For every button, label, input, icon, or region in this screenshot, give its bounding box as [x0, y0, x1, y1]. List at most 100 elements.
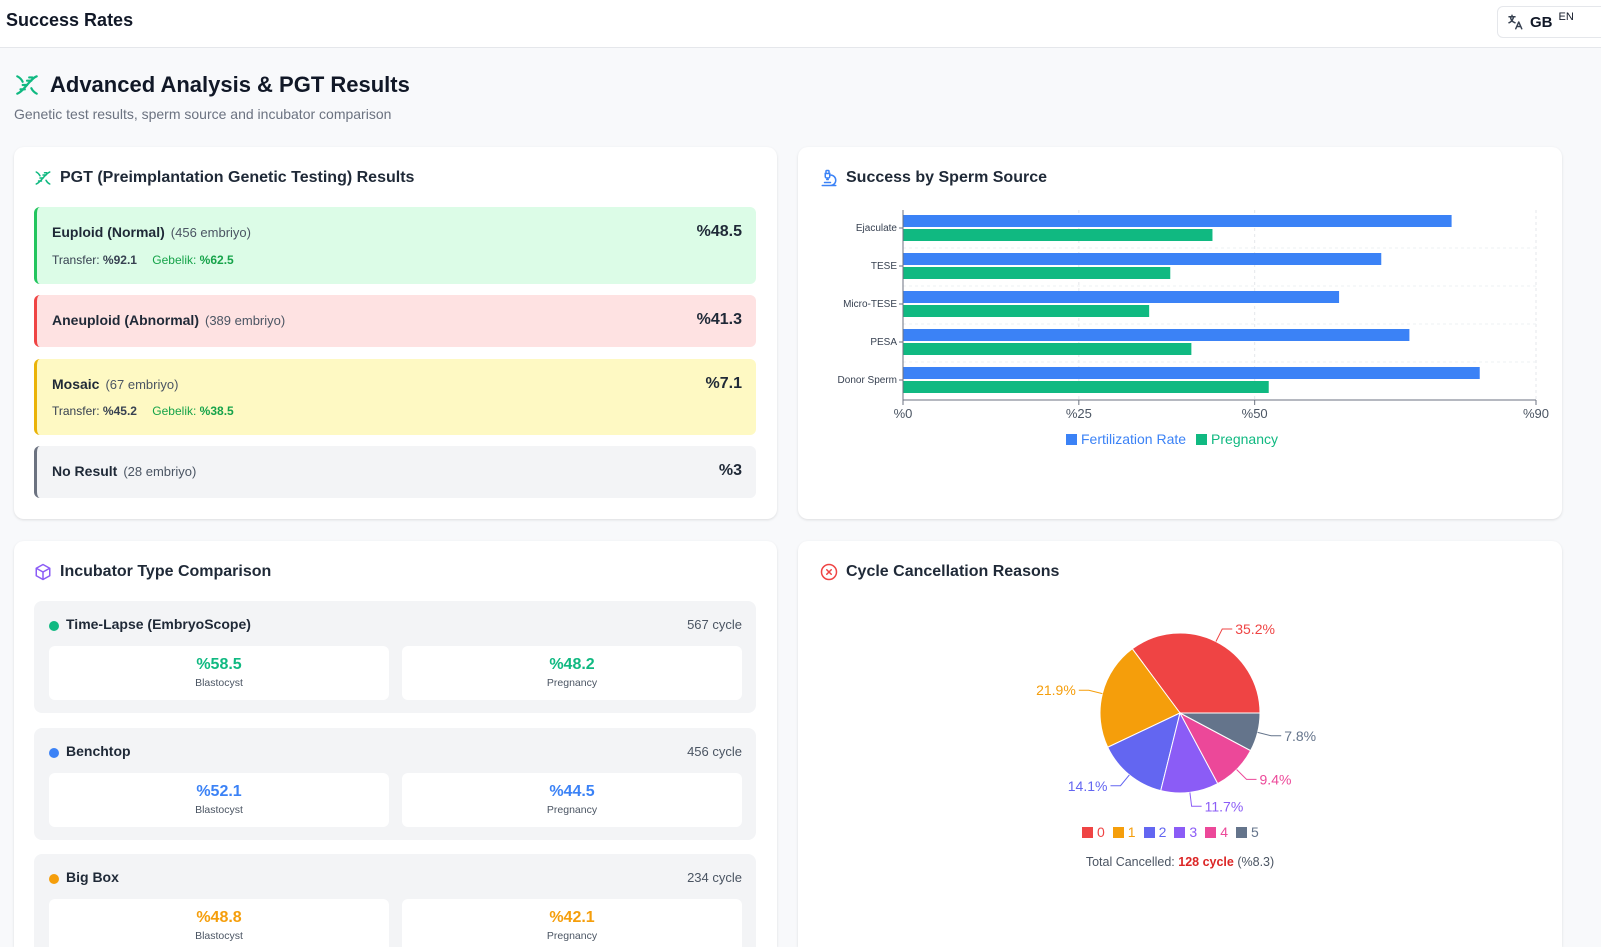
pregnancy-stat: %42.1 Pregnancy — [402, 899, 742, 947]
sperm-source-card: Success by Sperm Source Ejaculate TESE Mic… — [798, 147, 1562, 519]
incubator-cycles: 456 cycle — [687, 744, 742, 759]
cancellation-card: Cycle Cancellation Reasons 35.2% 21.9% 14.… — [798, 541, 1562, 947]
legend-label: 1 — [1127, 824, 1136, 840]
pie-label-leader — [1215, 628, 1233, 642]
incubator-cycles: 234 cycle — [687, 870, 742, 885]
pie-value-label: 21.9% — [1036, 682, 1076, 698]
legend-item-0[interactable]: 0 — [1082, 824, 1105, 840]
pie-value-label: 9.4% — [1260, 771, 1292, 787]
pgt-row-euploid: Euploid (Normal) (456 embriyo) %48.5 Tran… — [34, 207, 756, 284]
incubator-title: Incubator Type Comparison — [60, 563, 272, 580]
y-tick-label: TESE — [871, 261, 897, 272]
incubator-name: Big Box — [66, 869, 119, 885]
pgt-name: Euploid (Normal) (456 embriyo) — [52, 224, 251, 240]
dna-icon — [16, 75, 38, 95]
legend-item-pregnancy[interactable]: Pregnancy — [1196, 431, 1278, 447]
pgt-row-mosaic: Mosaic (67 embriyo) %7.1 Transfer: %45.2 … — [34, 359, 756, 435]
legend-swatch — [1235, 826, 1247, 838]
cancel-title: Cycle Cancellation Reasons — [846, 563, 1060, 580]
sperm-title: Success by Sperm Source — [846, 169, 1047, 186]
x-tick-label: %25 — [1066, 406, 1092, 421]
bar-fertilization-rate — [903, 215, 1452, 227]
pgt-percent: %3 — [718, 462, 742, 479]
status-dot — [49, 874, 59, 884]
legend-label: 2 — [1158, 824, 1167, 840]
section-subtitle: Genetic test results, sperm source and i… — [14, 106, 392, 122]
pie-label-leader — [1110, 774, 1130, 787]
bar-pregnancy — [903, 343, 1192, 355]
pgt-row-no-result: No Result (28 embriyo) %3 — [34, 446, 756, 498]
bar-fertilization-rate — [903, 329, 1410, 341]
pie-label-leader — [1078, 689, 1103, 695]
sperm-legend: Fertilization Rate Pregnancy — [1066, 431, 1278, 447]
bar-fertilization-rate — [903, 291, 1340, 303]
pie-value-label: 7.8% — [1284, 728, 1316, 744]
pie-legend: 0 1 2 3 4 5 — [1082, 824, 1259, 840]
legend-label: 3 — [1189, 824, 1198, 840]
bar-pregnancy — [903, 381, 1269, 393]
y-tick-label: Donor Sperm — [838, 375, 897, 386]
status-dot — [49, 621, 59, 631]
incubator-benchtop: Benchtop 456 cycle %52.1 Blastocyst %44.5… — [34, 728, 756, 840]
incubator-cycles: 567 cycle — [687, 617, 742, 632]
pie-label-leader — [1257, 731, 1282, 737]
top-bar: Success Rates GB EN — [0, 0, 1601, 48]
legend-item-1[interactable]: 1 — [1112, 824, 1136, 840]
legend-swatch — [1112, 826, 1124, 838]
legend-swatch — [1082, 826, 1093, 838]
translate-icon — [1508, 14, 1523, 30]
x-tick-label: %50 — [1242, 406, 1268, 421]
legend-swatch — [1143, 826, 1155, 838]
legend-swatch — [1205, 826, 1217, 838]
x-circle-icon — [820, 563, 838, 581]
legend-item-2[interactable]: 2 — [1143, 824, 1167, 840]
pie-value-label: 14.1% — [1068, 778, 1108, 794]
x-tick-label: %90 — [1523, 406, 1549, 421]
blastocyst-stat: %52.1 Blastocyst — [49, 773, 389, 827]
pgt-name: Aneuploid (Abnormal) (389 embriyo) — [52, 312, 286, 328]
legend-item-fertilization[interactable]: Fertilization Rate — [1066, 431, 1186, 447]
pgt-meta: Transfer: %92.1 Gebelik: %62.5 — [52, 253, 234, 267]
language-selector[interactable]: GB EN — [1497, 6, 1601, 38]
pgt-name: Mosaic (67 embriyo) — [52, 376, 179, 392]
legend-item-4[interactable]: 4 — [1205, 824, 1228, 840]
pie-value-label: 35.2% — [1235, 621, 1275, 637]
bar-fertilization-rate — [903, 253, 1382, 265]
incubator-big-box: Big Box 234 cycle %48.8 Blastocyst %42.1 P… — [34, 854, 756, 947]
bar-pregnancy — [903, 267, 1171, 279]
legend-label: 0 — [1097, 824, 1105, 840]
pgt-percent: %48.5 — [696, 223, 742, 240]
language-name: EN — [1558, 11, 1574, 23]
pie-label-leader — [1236, 769, 1257, 780]
cancellation-pie-chart: 35.2% 21.9% 14.1% 11.7% 9.4% 7.8% — [1036, 621, 1316, 814]
y-tick-label: Micro-TESE — [843, 299, 897, 310]
incubator-name: Time-Lapse (EmbryoScope) — [66, 616, 251, 632]
status-dot — [49, 748, 59, 758]
y-tick-label: PESA — [870, 337, 897, 348]
pgt-title: PGT (Preimplantation Genetic Testing) Re… — [60, 169, 415, 186]
blastocyst-stat: %48.8 Blastocyst — [49, 899, 389, 947]
microscope-icon — [821, 169, 837, 187]
box-icon — [35, 563, 51, 581]
incubator-time-lapse: Time-Lapse (EmbryoScope) 567 cycle %58.5… — [34, 601, 756, 713]
legend-item-3[interactable]: 3 — [1174, 824, 1197, 840]
incubator-name: Benchtop — [66, 743, 131, 759]
bar-fertilization-rate — [903, 367, 1480, 379]
pgt-percent: %41.3 — [696, 311, 742, 328]
total-cancelled: Total Cancelled: 128 cycle (%8.3) — [1085, 855, 1275, 869]
section-title: Advanced Analysis & PGT Results — [50, 72, 410, 97]
pgt-percent: %7.1 — [705, 375, 742, 392]
bar-pregnancy — [903, 229, 1213, 241]
incubator-card: Incubator Type Comparison Time-Lapse (Em… — [14, 541, 777, 947]
x-tick-label: %0 — [894, 406, 913, 421]
legend-label: 5 — [1250, 824, 1259, 840]
legend-swatch — [1174, 826, 1186, 838]
language-code: GB — [1530, 13, 1553, 31]
legend-label: 4 — [1220, 824, 1228, 840]
pie-label-leader — [1189, 792, 1202, 807]
pgt-results-card: PGT (Preimplantation Genetic Testing) Re… — [14, 147, 777, 519]
legend-item-5[interactable]: 5 — [1235, 824, 1259, 840]
dna-icon — [35, 171, 51, 185]
y-tick-label: Ejaculate — [856, 223, 898, 234]
section-header: Advanced Analysis & PGT Results Genetic … — [14, 72, 410, 122]
